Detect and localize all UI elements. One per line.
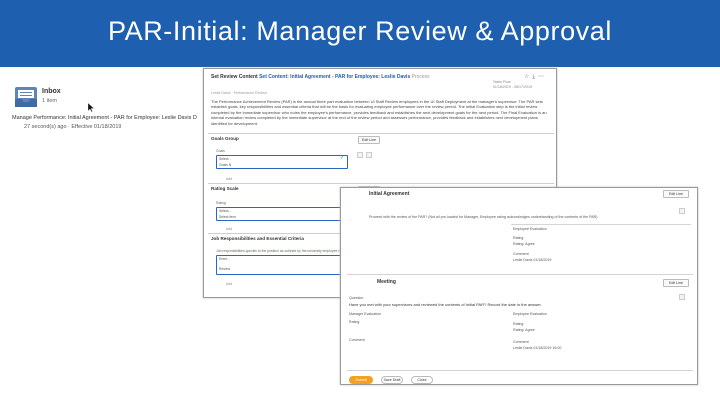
mouse-cursor-icon bbox=[88, 103, 94, 112]
submit-button[interactable]: Submit bbox=[349, 376, 373, 384]
slide-title: PAR-Initial: Manager Review & Approval bbox=[107, 16, 612, 46]
rating-input-sub: Select item bbox=[219, 215, 236, 219]
review-description: The Performance Achievement Review (PAR)… bbox=[211, 99, 547, 126]
comment-value: Leslie Davis 01/18/2019 bbox=[513, 258, 552, 262]
goals-input[interactable]: Select... Goals N bbox=[216, 155, 348, 169]
job-input-value: Enter... bbox=[219, 257, 230, 261]
rating-label: Rating bbox=[513, 236, 524, 240]
inbox-item-meta: 27 second(s) ago · Effective 01/18/2019 bbox=[24, 124, 122, 130]
section-job-title: Job Responsibilities and Essential Crite… bbox=[211, 236, 304, 241]
inbox-count: 1 item bbox=[42, 98, 57, 104]
footer-divider bbox=[347, 370, 693, 371]
rating-label-2: Rating bbox=[513, 322, 524, 326]
rating-input[interactable]: Select... Select item bbox=[216, 207, 348, 221]
section-goals-title: Goals Group bbox=[211, 136, 239, 141]
review-content-label: Set Review Content bbox=[211, 74, 258, 80]
comment-label-2: Comment bbox=[513, 340, 529, 344]
question-label: Question bbox=[349, 296, 364, 300]
manager-eval-label: Manager Evaluation bbox=[349, 312, 381, 316]
inbox-item-link[interactable]: Manage Performance: Initial Agreement - … bbox=[12, 115, 202, 121]
job-field-label: Job responsibilities specific to the pos… bbox=[216, 249, 344, 253]
section-goals-edit-button[interactable]: Edit Line bbox=[358, 136, 380, 144]
goals-field-label: Goals bbox=[216, 149, 225, 153]
review-meta-line2: 01/18/2019 - 08/17/2019 bbox=[492, 84, 532, 89]
delete-square-icon[interactable] bbox=[366, 152, 372, 158]
review-meta: Tasks Flow 01/18/2019 - 08/17/2019 bbox=[493, 80, 532, 89]
question-text: Have you met with your supervisors and r… bbox=[349, 302, 542, 307]
check-icon[interactable]: ✓ bbox=[340, 155, 344, 161]
review-content-title[interactable]: Set Content: Initial Agreement - PAR for… bbox=[259, 74, 410, 80]
employee-eval-label-2: Employee Evaluation bbox=[513, 312, 547, 316]
inbox-title: Inbox bbox=[42, 88, 61, 95]
goals-input-sub: Goals N bbox=[219, 163, 232, 167]
job-input[interactable]: Enter... Review bbox=[216, 255, 348, 275]
edit-square-icon[interactable] bbox=[679, 208, 685, 214]
job-input-sub: Review bbox=[219, 267, 231, 271]
review-content-header: Set Review Content Set Content: Initial … bbox=[211, 74, 430, 80]
divider bbox=[511, 224, 691, 225]
more-icon[interactable]: ⋯ bbox=[538, 74, 547, 80]
rating-add-link[interactable]: Add bbox=[226, 227, 232, 231]
initial-agreement-screenshot: Initial Agreement Edit Line Proceed with… bbox=[340, 187, 698, 385]
section-rating-title: Rating Scale bbox=[211, 186, 239, 191]
close-button[interactable]: Close bbox=[411, 376, 433, 384]
section-goals: Goals Group Edit Line bbox=[208, 133, 554, 144]
review-content-suffix: Process bbox=[411, 74, 430, 80]
rating-value: Rating: Agree bbox=[513, 242, 535, 246]
comment-label: Comment bbox=[513, 252, 529, 256]
inbox-widget[interactable]: Inbox 1 item Manage Performance: Initial… bbox=[10, 84, 205, 144]
meeting-edit-button[interactable]: Edit Line bbox=[663, 279, 689, 287]
comment-value-2: Leslie Davis 01/18/2019 16:00 bbox=[513, 346, 562, 350]
edit-square-icon[interactable] bbox=[357, 152, 363, 158]
section-divider bbox=[347, 274, 693, 275]
initial-agreement-edit-button[interactable]: Edit Line bbox=[663, 190, 689, 198]
goals-input-value: Select... bbox=[219, 157, 232, 161]
manager-comment-label: Comment bbox=[349, 338, 365, 342]
edit-square-icon[interactable] bbox=[679, 294, 685, 300]
save-draft-button[interactable]: Save Draft bbox=[381, 376, 403, 384]
meeting-title: Meeting bbox=[377, 279, 396, 285]
manager-rating-label: Rating bbox=[349, 320, 360, 324]
inbox-tray-icon bbox=[15, 87, 37, 107]
rating-input-value: Select... bbox=[219, 209, 232, 213]
goals-add-link[interactable]: Add bbox=[226, 177, 232, 181]
employee-eval-label: Employee Evaluation bbox=[513, 227, 547, 231]
initial-agreement-title: Initial Agreement bbox=[369, 191, 410, 197]
agreement-prompt: Proceed with the review of the PAR? (Not… bbox=[369, 215, 598, 219]
rating-field-label: Rating bbox=[216, 201, 226, 205]
rating-value-2: Rating: Agree bbox=[513, 328, 535, 332]
slide-header-bar: PAR-Initial: Manager Review & Approval bbox=[0, 0, 720, 67]
review-subline: Leslie Davis · Performance Review bbox=[211, 91, 267, 95]
job-add-link[interactable]: Add bbox=[226, 282, 232, 286]
